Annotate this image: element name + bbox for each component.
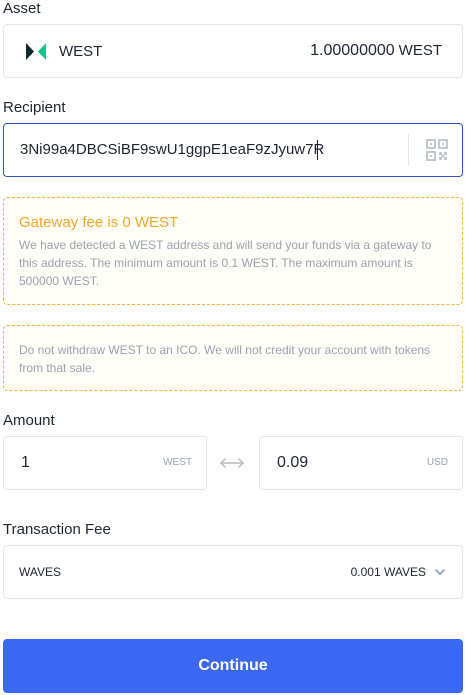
gateway-fee-title: Gateway fee is 0 WEST — [19, 214, 179, 231]
asset-balance: 1.00000000 WEST — [310, 42, 442, 60]
ico-warning-text: Do not withdraw WEST to an ICO. We will … — [19, 343, 431, 375]
transaction-fee-label: Transaction Fee — [3, 521, 111, 538]
amount-unit: WEST — [163, 457, 192, 468]
qr-code-icon[interactable] — [426, 139, 448, 161]
asset-label: Asset — [3, 0, 41, 17]
text-cursor — [317, 140, 318, 160]
fee-amount: 0.001 WAVES — [350, 565, 426, 579]
transaction-fee-select[interactable]: WAVES 0.001 WAVES — [3, 545, 463, 599]
amount-label: Amount — [3, 412, 55, 429]
amount-value: 1 — [21, 454, 30, 471]
fee-asset: WAVES — [19, 565, 62, 579]
converted-amount-field[interactable]: 0.09 USD — [259, 436, 463, 490]
chevron-down-icon — [435, 569, 445, 575]
amount-input-field[interactable]: 1 WEST — [3, 436, 207, 490]
converted-amount-value: 0.09 — [277, 454, 309, 471]
recipient-label: Recipient — [3, 99, 66, 116]
gateway-fee-text: We have detected a WEST address and will… — [19, 238, 432, 288]
recipient-field[interactable] — [3, 123, 463, 177]
gateway-fee-notice: Gateway fee is 0 WEST We have detected a… — [3, 197, 463, 305]
recipient-input[interactable] — [20, 141, 400, 158]
west-logo-icon — [26, 43, 46, 60]
asset-balance-value: 1.00000000 — [310, 42, 395, 59]
asset-name: WEST — [59, 43, 103, 60]
converted-amount-unit: USD — [426, 457, 448, 468]
asset-balance-unit: WEST — [398, 42, 442, 59]
swap-arrows-icon — [220, 458, 244, 468]
asset-select[interactable]: WEST 1.00000000 WEST — [3, 24, 463, 78]
ico-warning-notice: Do not withdraw WEST to an ICO. We will … — [3, 325, 463, 391]
continue-button[interactable]: Continue — [3, 639, 463, 693]
divider — [408, 134, 409, 166]
